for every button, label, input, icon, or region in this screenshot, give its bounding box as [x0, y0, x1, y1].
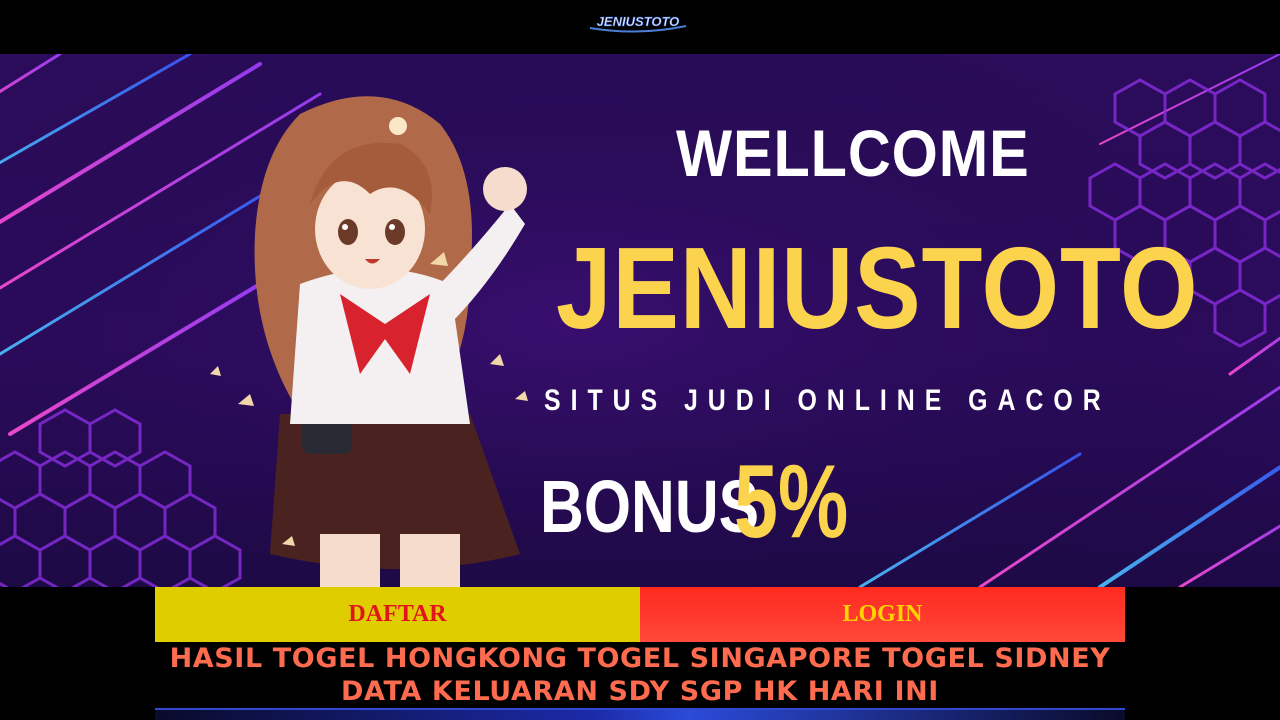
headline-line-2: DATA KELUARAN SDY SGP HK HARI INI: [341, 676, 939, 707]
login-button[interactable]: LOGIN: [640, 587, 1125, 642]
top-bar: JENIUSTOTO: [0, 0, 1280, 54]
auth-buttons: DAFTAR LOGIN: [155, 587, 1125, 642]
hero-banner: WELLCOME JENIUSTOTO SITUS JUDI ONLINE GA…: [0, 54, 1280, 587]
bonus-label: BONUS: [540, 465, 760, 548]
welcome-heading: WELLCOME: [676, 116, 1030, 190]
headline-line-1: HASIL TOGEL HONGKONG TOGEL SINGAPORE TOG…: [169, 643, 1111, 674]
bonus-value: 5%: [734, 444, 849, 560]
site-logo[interactable]: JENIUSTOTO: [586, 12, 690, 34]
tagline: SITUS JUDI ONLINE GACOR: [544, 384, 1111, 417]
page-headline: HASIL TOGEL HONGKONG TOGEL SINGAPORE TOG…: [150, 642, 1130, 708]
content-banner-edge: [155, 708, 1125, 720]
svg-text:JENIUSTOTO: JENIUSTOTO: [597, 14, 680, 29]
daftar-button[interactable]: DAFTAR: [155, 587, 640, 642]
brand-heading: JENIUSTOTO: [556, 223, 1199, 353]
